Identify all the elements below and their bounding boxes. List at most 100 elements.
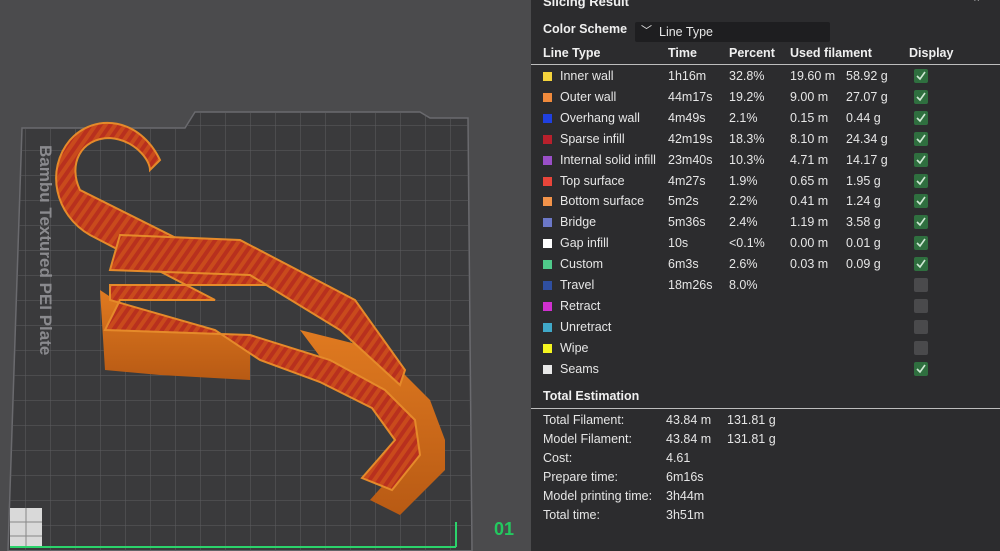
line-type-percent: 18.3% xyxy=(729,131,765,146)
display-checkbox[interactable] xyxy=(914,89,928,104)
line-type-length: 9.00 m xyxy=(790,89,829,104)
color-swatch xyxy=(543,301,552,311)
line-type-percent: 2.4% xyxy=(729,215,758,230)
check-icon xyxy=(916,92,926,102)
line-type-weight: 3.58 g xyxy=(846,215,881,230)
line-type-length: 8.10 m xyxy=(790,131,829,146)
list-item: Seams xyxy=(531,359,1000,380)
color-swatch xyxy=(543,72,552,81)
display-checkbox[interactable] xyxy=(914,173,928,188)
line-type-percent: 32.8% xyxy=(729,69,765,83)
total-label: Total time: xyxy=(543,508,600,522)
list-item: Inner wall 1h16m 32.8% 19.60 m 58.92 g xyxy=(531,66,1000,87)
line-type-length: 19.60 m xyxy=(790,69,836,83)
total-value: 4.61 xyxy=(666,451,691,465)
list-item: Overhang wall 4m49s 2.1% 0.15 m 0.44 g xyxy=(531,108,1000,129)
col-time: Time xyxy=(668,46,697,60)
collapse-icon[interactable]: ⌃ xyxy=(972,0,986,9)
line-type-length: 4.71 m xyxy=(790,152,829,167)
line-type-weight: 0.01 g xyxy=(846,236,881,251)
line-type-name: Travel xyxy=(560,278,595,292)
line-type-name: Sparse infill xyxy=(560,131,625,146)
color-scheme-label: Color Scheme xyxy=(543,22,628,36)
list-item: Sparse infill 42m19s 18.3% 8.10 m 24.34 g xyxy=(531,129,1000,150)
line-type-time: 4m49s xyxy=(668,110,706,125)
line-type-length: 0.15 m xyxy=(790,110,829,125)
line-type-weight: 24.34 g xyxy=(846,131,888,146)
line-type-name: Bottom surface xyxy=(560,194,645,209)
line-type-length: 0.65 m xyxy=(790,173,829,188)
total-label: Prepare time: xyxy=(543,470,619,484)
total-value: 3h44m xyxy=(666,489,705,503)
slicing-result-panel: Slicing Result ⌃ Color Scheme ﹀ Line Typ… xyxy=(531,0,1000,551)
total-row: Cost: 4.61 xyxy=(531,449,1000,468)
list-item: Custom 6m3s 2.6% 0.03 m 0.09 g xyxy=(531,254,1000,275)
color-swatch xyxy=(543,260,552,270)
line-type-time: 10s xyxy=(668,236,689,251)
list-item: Bridge 5m36s 2.4% 1.19 m 3.58 g xyxy=(531,212,1000,233)
line-type-name: Outer wall xyxy=(560,89,617,104)
list-item: Travel 18m26s 8.0% xyxy=(531,275,1000,296)
total-row: Model printing time: 3h44m xyxy=(531,487,1000,506)
line-type-length: 0.41 m xyxy=(790,194,829,209)
display-checkbox[interactable] xyxy=(914,215,928,230)
panel-title: Slicing Result xyxy=(543,0,629,9)
line-type-weight: 1.95 g xyxy=(846,173,881,188)
total-label: Model printing time: xyxy=(543,489,653,503)
line-type-name: Retract xyxy=(560,298,601,313)
display-checkbox[interactable] xyxy=(914,278,928,292)
line-type-time: 44m17s xyxy=(668,89,713,104)
display-checkbox[interactable] xyxy=(914,340,928,355)
total-estimation-label: Total Estimation xyxy=(543,389,640,403)
check-icon xyxy=(916,196,926,206)
list-item: Internal solid infill 23m40s 10.3% 4.71 m 14… xyxy=(531,150,1000,171)
display-checkbox[interactable] xyxy=(914,361,928,376)
display-checkbox[interactable] xyxy=(914,298,928,313)
display-checkbox[interactable] xyxy=(914,131,928,146)
line-type-weight: 1.24 g xyxy=(846,194,881,209)
total-row: Total time: 3h51m xyxy=(531,506,1000,525)
check-icon xyxy=(916,238,926,248)
view-cube-icon[interactable] xyxy=(10,508,42,548)
display-checkbox[interactable] xyxy=(914,319,928,334)
color-swatch xyxy=(543,92,552,102)
color-swatch xyxy=(543,134,552,144)
line-type-name: Bridge xyxy=(560,215,597,230)
display-checkbox[interactable] xyxy=(914,110,928,125)
display-checkbox[interactable] xyxy=(914,257,928,272)
check-icon xyxy=(916,217,926,227)
line-type-percent: 8.0% xyxy=(729,278,758,292)
color-scheme-dropdown[interactable]: ﹀ Line Type xyxy=(635,22,830,42)
line-type-length: 0.00 m xyxy=(790,236,829,251)
line-type-weight: 27.07 g xyxy=(846,89,888,104)
check-icon xyxy=(916,71,926,81)
line-type-name: Gap infill xyxy=(560,236,609,251)
display-checkbox[interactable] xyxy=(914,152,928,167)
plate-number: 01 xyxy=(494,519,514,539)
color-swatch xyxy=(543,343,552,353)
color-swatch xyxy=(543,113,552,123)
check-icon xyxy=(916,155,926,164)
line-type-name: Unretract xyxy=(560,319,612,334)
line-type-percent: 19.2% xyxy=(729,89,765,104)
display-checkbox[interactable] xyxy=(914,194,928,209)
line-type-time: 5m2s xyxy=(668,194,699,209)
line-type-name: Seams xyxy=(560,361,599,376)
line-type-name: Wipe xyxy=(560,340,589,355)
color-swatch xyxy=(543,364,552,374)
line-type-time: 1h16m xyxy=(668,69,707,83)
total-row: Model Filament: 43.84 m 131.81 g xyxy=(531,430,1000,449)
total-value: 43.84 m xyxy=(666,432,712,446)
total-value: 3h51m xyxy=(666,508,705,522)
line-type-percent: 2.1% xyxy=(729,110,758,125)
total-value-2: 131.81 g xyxy=(727,413,776,427)
col-used-filament: Used filament xyxy=(790,46,872,60)
total-value-2: 131.81 g xyxy=(727,432,776,446)
total-label: Total Filament: xyxy=(543,413,625,427)
total-row: Total Filament: 43.84 m 131.81 g xyxy=(531,411,1000,430)
line-type-percent: 10.3% xyxy=(729,152,765,167)
color-scheme-row: Color Scheme ﹀ Line Type xyxy=(531,19,1000,42)
display-checkbox[interactable] xyxy=(914,236,928,251)
total-estimation-header: Total Estimation xyxy=(531,386,1000,407)
display-checkbox[interactable] xyxy=(914,69,928,83)
